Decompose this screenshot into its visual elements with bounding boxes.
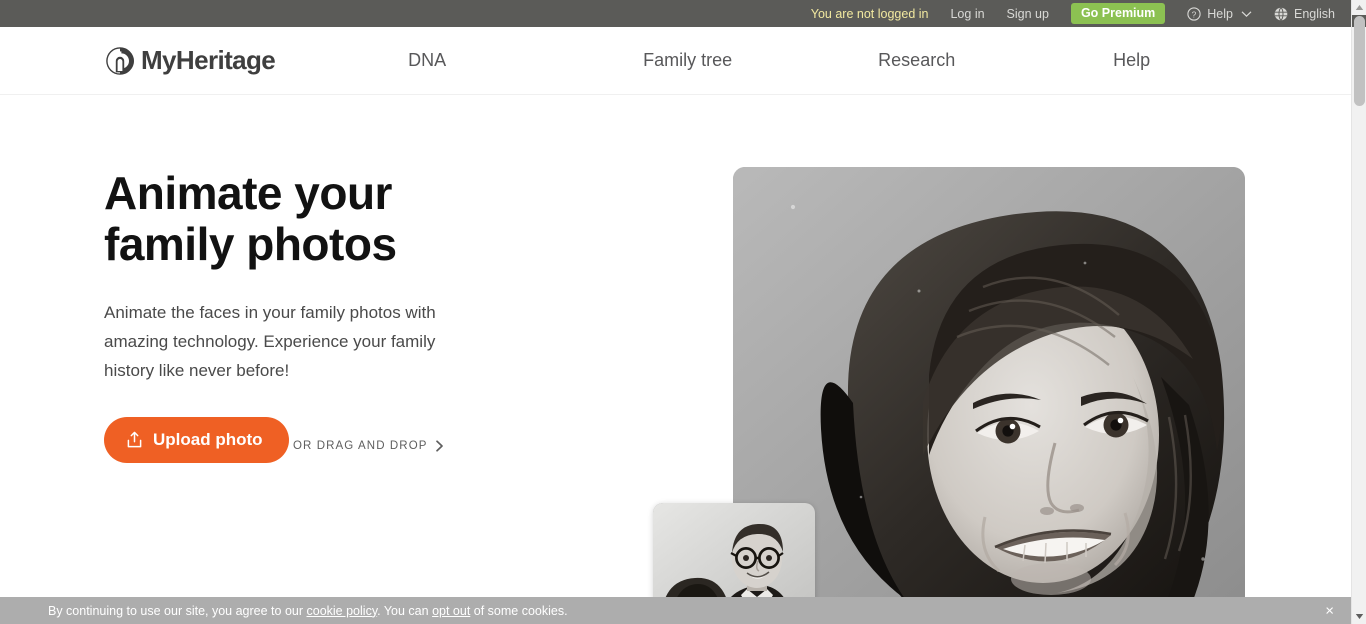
page-root: You are not logged in Log in Sign up Go … xyxy=(0,0,1366,624)
top-utility-bar: You are not logged in Log in Sign up Go … xyxy=(0,0,1351,27)
drag-and-drop-label: OR DRAG AND DROP xyxy=(292,440,428,452)
upload-photo-button[interactable]: Upload photo xyxy=(104,417,289,463)
cookie-consent-banner: By continuing to use our site, you agree… xyxy=(0,597,1351,624)
drag-and-drop-hint[interactable]: OR DRAG AND DROP xyxy=(293,440,444,452)
cookie-message: By continuing to use our site, you agree… xyxy=(48,604,568,618)
hero-title-line-1: Animate your xyxy=(104,167,392,219)
globe-icon xyxy=(1274,6,1288,21)
upload-icon xyxy=(126,431,143,449)
chevron-down-icon xyxy=(1241,10,1252,18)
scroll-down-arrow-icon[interactable] xyxy=(1352,609,1366,624)
nav-item-family-tree[interactable]: Family tree xyxy=(643,50,732,71)
site-header: MyHeritage DNA Family tree Research Help xyxy=(0,27,1351,95)
nav-item-research[interactable]: Research xyxy=(878,50,955,71)
language-selector[interactable]: English xyxy=(1274,7,1335,21)
brand-logo[interactable]: MyHeritage xyxy=(104,45,276,77)
svg-text:?: ? xyxy=(1192,9,1197,19)
upload-photo-label: Upload photo xyxy=(153,430,263,449)
brand-name: MyHeritage xyxy=(141,45,276,75)
login-status-text: You are not logged in xyxy=(810,6,929,21)
help-menu[interactable]: ? Help xyxy=(1187,7,1252,21)
close-icon[interactable]: × xyxy=(1325,603,1334,618)
chevron-right-icon xyxy=(435,440,444,452)
go-premium-button[interactable]: Go Premium xyxy=(1070,2,1166,25)
scroll-up-arrow-icon[interactable] xyxy=(1352,0,1366,15)
myheritage-logo-icon xyxy=(104,45,136,77)
vertical-scrollbar[interactable] xyxy=(1351,0,1366,624)
hero-content: Animate your family photos Animate the f… xyxy=(104,168,584,463)
nav-item-dna[interactable]: DNA xyxy=(408,50,446,71)
cookie-text-middle: . You can xyxy=(377,603,433,618)
cookie-policy-link[interactable]: cookie policy xyxy=(307,604,378,618)
hero-subtitle: Animate the faces in your family photos … xyxy=(104,303,436,380)
cookie-text-before: By continuing to use our site, you agree… xyxy=(48,603,307,618)
language-label: English xyxy=(1294,6,1335,21)
main-navigation: DNA Family tree Research Help xyxy=(408,50,1150,71)
nav-item-help[interactable]: Help xyxy=(1113,50,1150,71)
opt-out-link[interactable]: opt out xyxy=(432,604,470,618)
help-label: Help xyxy=(1207,6,1233,21)
question-circle-icon: ? xyxy=(1187,6,1201,21)
page-title: Animate your family photos xyxy=(104,168,584,270)
cookie-text-after: of some cookies. xyxy=(470,603,568,618)
signup-link[interactable]: Sign up xyxy=(1007,7,1049,21)
scrollbar-thumb[interactable] xyxy=(1354,16,1365,106)
hero-title-line-2: family photos xyxy=(104,218,397,270)
login-link[interactable]: Log in xyxy=(950,7,984,21)
